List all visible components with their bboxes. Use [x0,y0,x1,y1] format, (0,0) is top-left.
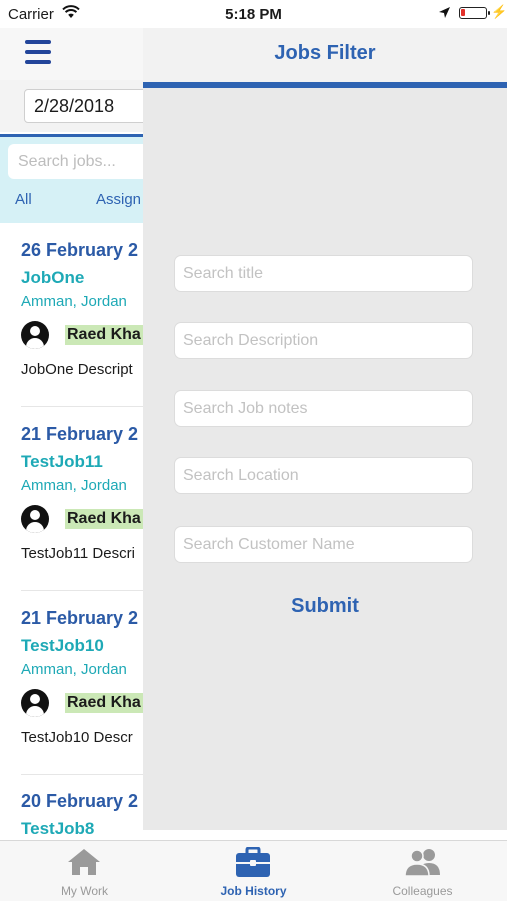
job-user-name: Raed Kha [65,509,143,529]
battery-icon [459,7,490,19]
tab-label: My Work [60,884,109,898]
search-job-notes-input[interactable] [174,390,473,427]
submit-button[interactable]: Submit [143,594,507,619]
status-bar: Carrier 5:18 PM ⚡ [0,0,507,28]
menu-icon[interactable] [25,40,51,64]
avatar-icon [21,321,49,349]
filter-header: Jobs Filter [143,28,507,82]
tab-colleagues[interactable]: Colleagues [338,841,507,901]
people-icon [404,849,440,877]
tab-label: Colleagues [392,884,453,898]
search-description-input[interactable] [174,322,473,359]
tab-my-work[interactable]: My Work [0,841,169,901]
segment-all[interactable]: All [15,191,32,208]
search-location-input[interactable] [174,457,473,494]
tab-label: Job History [220,884,287,898]
jobs-filter-panel: Jobs Filter Submit [143,28,507,830]
filter-title: Jobs Filter [274,42,376,64]
segment-assigned[interactable]: Assign [96,191,141,208]
search-customer-name-input[interactable] [174,526,473,563]
search-title-input[interactable] [174,255,473,292]
avatar-icon [21,689,49,717]
job-user-name: Raed Kha [65,325,143,345]
job-user-name: Raed Kha [65,693,143,713]
avatar-icon [21,505,49,533]
status-time: 5:18 PM [225,6,282,23]
tab-bar: My Work Job History Colleagues [0,840,507,901]
home-icon [68,849,100,875]
briefcase-icon [236,847,270,877]
charging-icon: ⚡ [491,4,507,19]
filter-header-divider [143,82,507,88]
location-arrow-icon [439,7,450,18]
tab-job-history[interactable]: Job History [169,841,338,901]
